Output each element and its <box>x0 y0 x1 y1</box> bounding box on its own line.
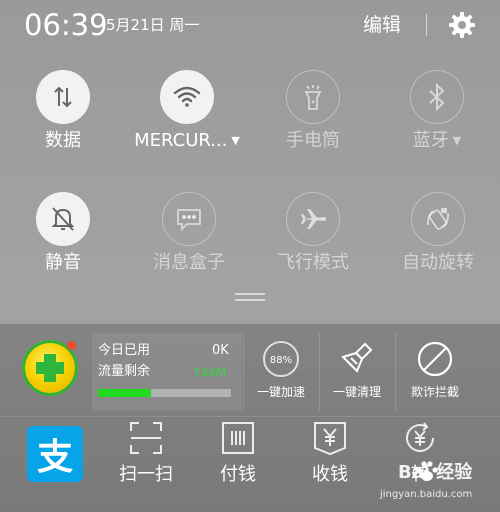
divider <box>395 333 396 411</box>
bell-muted-icon <box>36 192 90 246</box>
tile-label: 蓝牙 ▼ <box>412 130 462 151</box>
tile-label: 手电筒 <box>286 130 340 151</box>
tile-airplane[interactable]: 飞行模式 <box>258 192 368 302</box>
clean-label: 一键清理 <box>332 385 381 399</box>
tile-message-box[interactable]: 消息盒子 <box>134 192 244 302</box>
header-divider <box>426 14 427 36</box>
drag-handle-line[interactable] <box>235 293 265 295</box>
alipay-logo[interactable]: 支 <box>27 426 83 482</box>
alipay-scan-label: 扫一扫 <box>119 464 173 485</box>
tile-label: MERCUR... ▼ <box>134 130 240 151</box>
gear-icon[interactable] <box>448 11 476 39</box>
row-divider <box>0 416 500 417</box>
tile-bluetooth[interactable]: 蓝牙 ▼ <box>382 70 492 180</box>
alipay-receive-label: 收钱 <box>312 464 348 485</box>
broom-icon <box>337 339 377 379</box>
tile-flashlight[interactable]: 手电筒 <box>258 70 368 180</box>
today-used-value: 0K <box>212 343 229 358</box>
tile-label: 消息盒子 <box>153 252 225 273</box>
notification-dot <box>67 341 76 350</box>
fraud-block-button[interactable]: 欺诈拦截 <box>397 333 473 411</box>
block-icon <box>415 339 455 379</box>
watermark-url: jingyan.baidu.com <box>380 489 473 500</box>
scan-icon <box>128 420 164 456</box>
transfer-icon <box>402 420 438 456</box>
speedup-ring-icon: 88% <box>261 339 301 379</box>
watermark-text: Bai 经验 <box>398 462 473 483</box>
tile-data[interactable]: 数据 <box>8 70 118 180</box>
today-used-label: 今日已用 <box>98 343 151 358</box>
remaining-label: 流量剩余 <box>98 364 151 379</box>
tile-label: 数据 <box>45 130 81 151</box>
alipay-receive-button[interactable]: 收钱 <box>290 420 370 490</box>
airplane-icon <box>286 192 340 246</box>
tile-label: 飞行模式 <box>277 252 349 273</box>
speedup-label: 一键加速 <box>256 385 305 399</box>
barcode-icon <box>220 420 256 456</box>
tile-label: 静音 <box>45 252 81 273</box>
speedup-value: 88% <box>270 355 292 366</box>
bluetooth-icon <box>410 70 464 124</box>
alipay-scan-button[interactable]: 扫一扫 <box>106 420 186 490</box>
clean-button[interactable]: 一键清理 <box>319 333 395 411</box>
receive-money-icon <box>312 420 348 456</box>
speedup-button[interactable]: 88% 一键加速 <box>243 333 319 411</box>
edit-button[interactable]: 编辑 <box>363 14 401 36</box>
flashlight-icon <box>286 70 340 124</box>
status-time: 06:39 <box>24 8 108 42</box>
chevron-down-icon[interactable]: ▼ <box>231 134 239 147</box>
data-arrows-icon <box>36 70 90 124</box>
tile-wifi[interactable]: MERCUR... ▼ <box>132 70 242 180</box>
message-box-icon <box>162 192 216 246</box>
auto-rotate-icon <box>411 192 465 246</box>
tile-mute[interactable]: 静音 <box>8 192 118 302</box>
tile-label: 自动旋转 <box>402 252 474 273</box>
alipay-logo-char: 支 <box>36 437 73 478</box>
tile-auto-rotate[interactable]: 自动旋转 <box>383 192 493 302</box>
fraud-block-label: 欺诈拦截 <box>410 385 459 399</box>
remaining-value: 744M <box>193 366 227 380</box>
wifi-icon <box>160 70 214 124</box>
status-date: 5月21日 周一 <box>106 16 200 34</box>
alipay-pay-label: 付钱 <box>220 464 256 485</box>
chevron-down-icon[interactable]: ▼ <box>453 134 461 147</box>
traffic-bar-fill <box>98 389 152 397</box>
drag-handle-line[interactable] <box>235 299 265 301</box>
alipay-pay-button[interactable]: 付钱 <box>198 420 278 490</box>
